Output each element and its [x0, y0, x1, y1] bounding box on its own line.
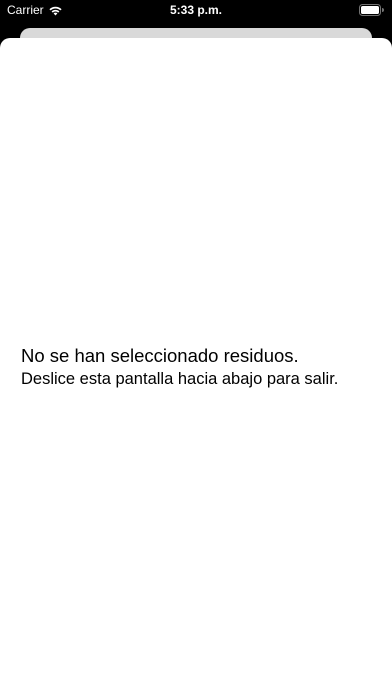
no-selection-text: No se han seleccionado residuos. — [21, 345, 299, 366]
battery-icon — [359, 4, 384, 16]
app-screen: Carrier 5:33 p.m. No se han seleccionado… — [0, 0, 392, 696]
dismiss-instruction-text: Deslice esta pantalla hacia abajo para s… — [21, 370, 339, 388]
modal-sheet[interactable]: No se han seleccionado residuos. Deslice… — [0, 38, 392, 696]
empty-state-message: No se han seleccionado residuos. Deslice… — [21, 344, 381, 390]
status-bar: Carrier 5:33 p.m. — [0, 0, 392, 22]
clock: 5:33 p.m. — [169, 3, 223, 17]
